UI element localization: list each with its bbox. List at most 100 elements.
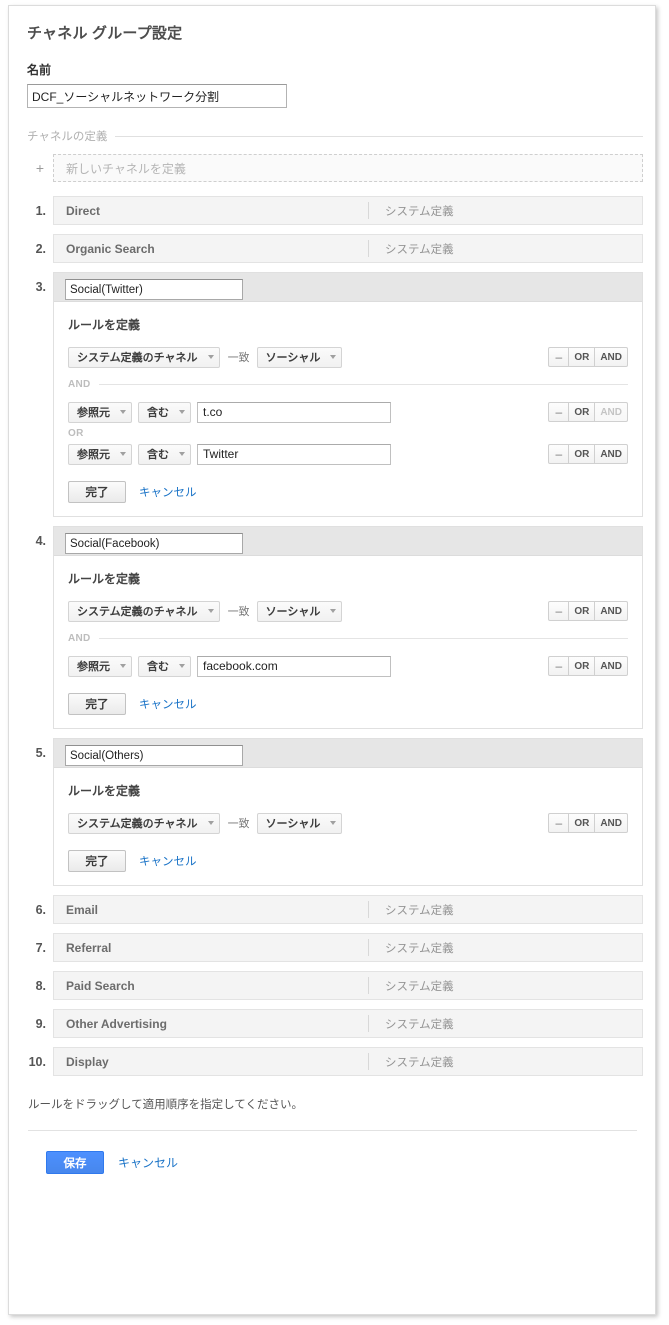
plus-icon[interactable]: + (27, 161, 53, 175)
system-channel-row[interactable]: Display システム定義 (53, 1047, 643, 1076)
match-value-select-value: ソーシャル (265, 606, 321, 618)
match-value-select-value: ソーシャル (265, 352, 321, 364)
define-rules-heading: ルールを定義 (68, 318, 141, 332)
channel-body: ルールを定義システム定義のチャネル 一致 ソーシャル –ORAND 完了キャンセル (53, 738, 643, 886)
define-rules-heading: ルールを定義 (68, 784, 141, 798)
remove-rule-button[interactable]: – (548, 444, 570, 464)
editing-channel-header (54, 739, 642, 768)
rule-row: システム定義のチャネル 一致 ソーシャル – OR AND (68, 600, 628, 622)
add-and-button[interactable]: AND (594, 444, 628, 464)
remove-rule-button[interactable]: – (548, 813, 570, 833)
match-value-select[interactable]: ソーシャル (256, 600, 343, 622)
done-button[interactable]: 完了 (68, 481, 126, 503)
add-and-button[interactable]: AND (594, 601, 628, 621)
operator-select[interactable]: 含む (138, 443, 191, 465)
add-or-button[interactable]: OR (568, 601, 596, 621)
dimension-select-value: システム定義のチャネル (77, 606, 198, 618)
dimension-select[interactable]: 参照元 (68, 443, 132, 465)
channel-body: ルールを定義システム定義のチャネル一致ソーシャル–ORANDAND参照元含む–O… (53, 526, 643, 729)
operator-select[interactable]: 含む (138, 401, 191, 423)
add-and-button[interactable]: AND (594, 813, 628, 833)
system-channel-row[interactable]: Paid Search システム定義 (53, 971, 643, 1000)
channel-list: 1. Direct システム定義 2. Organic Search システム定義 3. ルー… (22, 196, 643, 1076)
match-value-select[interactable]: ソーシャル (256, 812, 343, 834)
editing-channel-body: ルールを定義システム定義のチャネル一致ソーシャル–ORANDAND参照元含む–O… (54, 302, 642, 516)
channel-index: 3. (35, 280, 46, 294)
match-value-select[interactable]: ソーシャル (256, 346, 343, 368)
rule-row: 参照元 含む –ORAND (68, 401, 628, 423)
chevron-down-icon (120, 410, 126, 414)
system-channel-row[interactable]: Email システム定義 (53, 895, 643, 924)
drag-order-hint: ルールをドラッグして適用順序を指定してください。 (28, 1099, 303, 1111)
operator-select[interactable]: 含む (138, 655, 191, 677)
footer-cancel-link[interactable]: キャンセル (118, 1154, 178, 1171)
cancel-link[interactable]: キャンセル (139, 853, 197, 869)
add-and-button[interactable]: AND (594, 347, 628, 367)
channel-name-input[interactable] (65, 533, 243, 554)
system-channel-row[interactable]: Direct システム定義 (53, 196, 643, 225)
rule-actions: – OR AND (548, 402, 628, 422)
dimension-select[interactable]: システム定義のチャネル (68, 812, 220, 834)
add-or-button[interactable]: OR (568, 347, 596, 367)
rule-controls: 参照元 含む (68, 401, 548, 423)
channel-row: 5. ルールを定義システム定義のチャネル 一致 ソーシャル –ORAND 完了キャンセル (27, 738, 643, 886)
add-or-button[interactable]: OR (568, 402, 596, 422)
rule-controls: システム定義のチャネル 一致 ソーシャル (68, 812, 548, 834)
system-channel-row[interactable]: Other Advertising システム定義 (53, 1009, 643, 1038)
rule-row: システム定義のチャネル 一致 ソーシャル – OR AND (68, 346, 628, 368)
remove-rule-button[interactable]: – (548, 656, 570, 676)
done-button[interactable]: 完了 (68, 850, 126, 872)
remove-rule-button[interactable]: – (548, 601, 570, 621)
chevron-down-icon (330, 609, 337, 613)
conjunction-label: AND (68, 379, 91, 390)
system-channel-row[interactable]: Organic Search システム定義 (53, 234, 643, 263)
system-defined-badge: システム定義 (385, 904, 454, 917)
remove-rule-button[interactable]: – (548, 347, 570, 367)
cancel-link[interactable]: キャンセル (139, 696, 197, 712)
channel-name-label: Display (66, 1054, 109, 1069)
channel-body: Referral システム定義 (53, 933, 643, 962)
rule-row: システム定義のチャネル 一致 ソーシャル – OR AND (68, 812, 628, 834)
group-name-input[interactable] (27, 84, 287, 108)
match-word-label: 一致 (227, 352, 250, 364)
save-button[interactable]: 保存 (46, 1151, 104, 1174)
editing-channel-header (54, 273, 642, 302)
dimension-select[interactable]: システム定義のチャネル (68, 600, 220, 622)
channel-index: 4. (35, 534, 46, 548)
rule-actions: – OR AND (548, 601, 628, 621)
remove-rule-button[interactable]: – (548, 402, 570, 422)
add-or-button[interactable]: OR (568, 813, 596, 833)
rule-value-input[interactable] (197, 655, 391, 677)
rule-value-input[interactable] (197, 443, 391, 465)
channel-row: 2. Organic Search システム定義 (27, 234, 643, 263)
channel-name-label: Referral (66, 940, 112, 955)
conjunction-divider (98, 384, 628, 385)
rule-editor-actions: 完了 キャンセル (68, 850, 628, 872)
add-and-button[interactable]: AND (594, 656, 628, 676)
rule-value-input[interactable] (197, 401, 391, 423)
channel-name-input[interactable] (65, 745, 243, 766)
footer-actions: 保存 キャンセル (46, 1151, 643, 1174)
name-field-label: 名前 (27, 63, 52, 77)
done-button[interactable]: 完了 (68, 693, 126, 715)
operator-select-value: 含む (147, 449, 169, 461)
channel-row: 1. Direct システム定義 (27, 196, 643, 225)
add-or-button[interactable]: OR (568, 444, 596, 464)
rule-controls: 参照元 含む (68, 655, 548, 677)
add-or-button[interactable]: OR (568, 656, 596, 676)
dimension-select[interactable]: 参照元 (68, 401, 132, 423)
chevron-down-icon (179, 452, 185, 456)
dimension-select[interactable]: 参照元 (68, 655, 132, 677)
dimension-select[interactable]: システム定義のチャネル (68, 346, 220, 368)
rule-actions: – OR AND (548, 813, 628, 833)
cancel-link[interactable]: キャンセル (139, 484, 197, 500)
system-defined-badge: システム定義 (385, 1056, 454, 1069)
editing-channel-card: ルールを定義システム定義のチャネル一致ソーシャル–ORANDAND参照元含む–O… (53, 526, 643, 729)
chevron-down-icon (120, 452, 126, 456)
system-channel-row[interactable]: Referral システム定義 (53, 933, 643, 962)
legend-divider (115, 135, 643, 137)
match-value-select-value: ソーシャル (265, 818, 321, 830)
channel-name-input[interactable] (65, 279, 243, 300)
new-channel-row[interactable]: + 新しいチャネルを定義 (27, 154, 643, 182)
new-channel-placeholder[interactable]: 新しいチャネルを定義 (53, 154, 643, 182)
